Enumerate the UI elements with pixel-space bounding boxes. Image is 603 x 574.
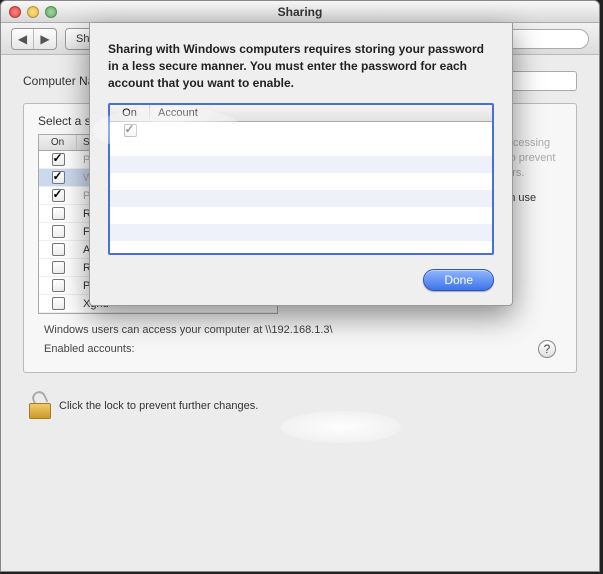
titlebar: Sharing (1, 1, 599, 23)
service-checkbox[interactable] (52, 207, 65, 220)
help-button[interactable]: ? (538, 340, 556, 358)
acct-col-account: Account (150, 105, 492, 121)
account-checkbox[interactable] (124, 124, 137, 137)
enabled-accounts-label: Enabled accounts: (44, 343, 135, 355)
window-title: Sharing (1, 5, 599, 19)
col-on: On (39, 135, 77, 150)
accounts-sheet: Sharing with Windows computers requires … (89, 23, 513, 306)
nav-buttons: ◀ ▶ (11, 28, 57, 50)
sheet-message: Sharing with Windows computers requires … (108, 41, 494, 91)
done-button[interactable]: Done (423, 269, 494, 291)
service-checkbox[interactable] (52, 243, 65, 256)
service-checkbox[interactable] (52, 279, 65, 292)
account-row[interactable] (110, 122, 492, 139)
lock-icon[interactable] (29, 393, 51, 419)
back-button[interactable]: ◀ (12, 29, 34, 49)
service-checkbox[interactable] (52, 297, 65, 310)
account-row (110, 156, 492, 173)
account-row (110, 207, 492, 224)
lock-text: Click the lock to prevent further change… (59, 400, 258, 412)
account-row (110, 224, 492, 241)
accounts-table-header: On Account (110, 105, 492, 122)
account-row (110, 190, 492, 207)
forward-button[interactable]: ▶ (34, 29, 56, 49)
service-checkbox[interactable] (52, 261, 65, 274)
account-row (110, 139, 492, 156)
service-checkbox[interactable] (52, 153, 65, 166)
service-checkbox[interactable] (52, 171, 65, 184)
service-checkbox[interactable] (52, 225, 65, 238)
service-checkbox[interactable] (52, 189, 65, 202)
acct-col-on: On (110, 105, 150, 121)
account-row (110, 173, 492, 190)
lock-row: Click the lock to prevent further change… (29, 393, 571, 419)
sharing-prefpane-window: Sharing ◀ ▶ Show All Computer Name: Sele… (0, 0, 600, 572)
access-address-note: Windows users can access your computer a… (44, 324, 556, 336)
account-row (110, 241, 492, 255)
accounts-table[interactable]: On Account (108, 103, 494, 255)
